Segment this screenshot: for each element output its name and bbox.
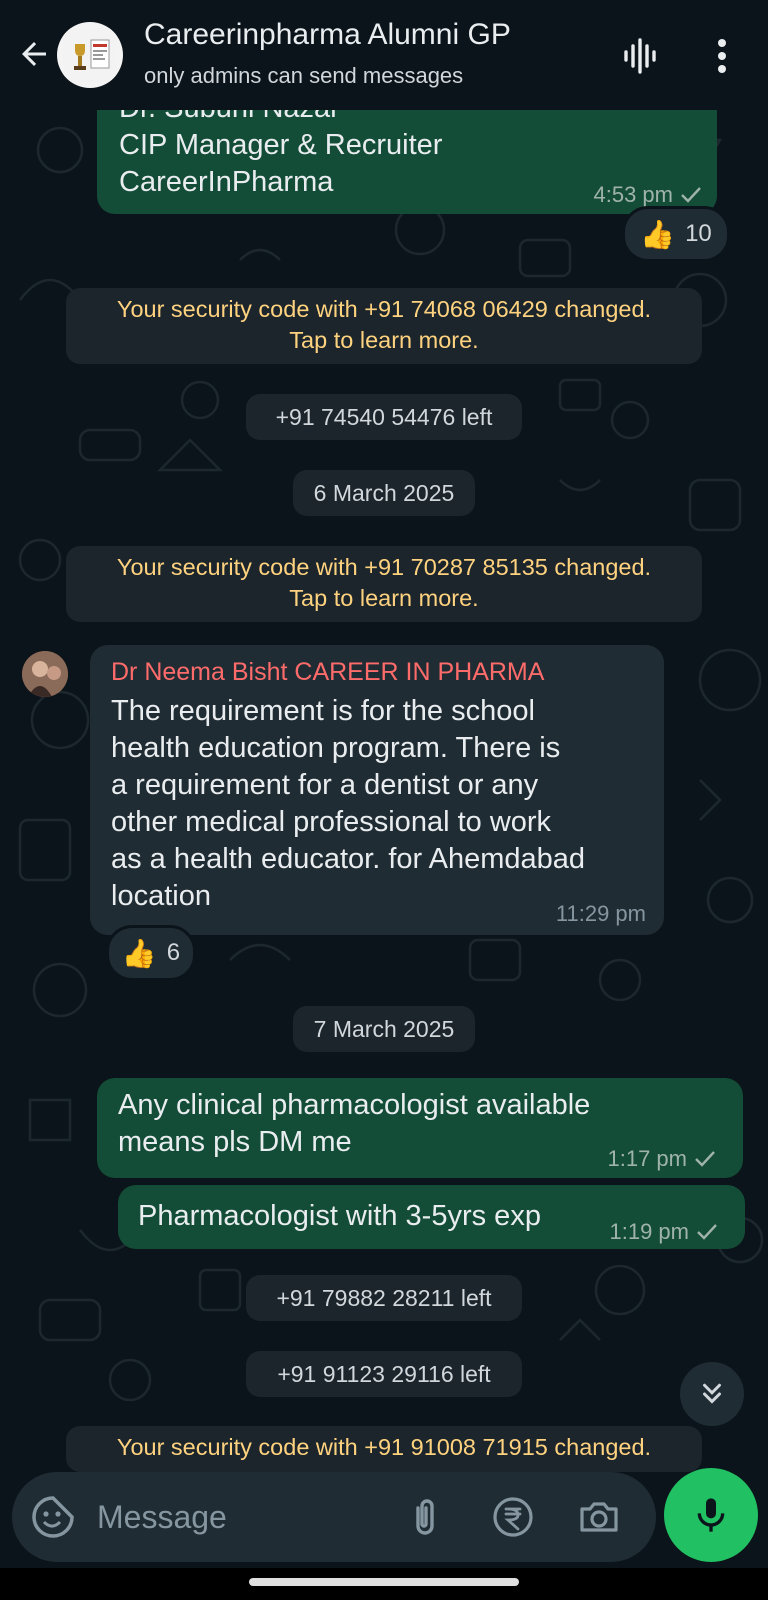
group-logo-image	[63, 28, 117, 82]
message-line: means pls DM me	[118, 1126, 352, 1158]
message-line: Pharmacologist with 3-5yrs exp	[138, 1200, 541, 1232]
notice-line: Your security code with +91 74068 06429 …	[116, 296, 652, 322]
group-avatar[interactable]	[57, 22, 123, 88]
sent-tick-icon	[681, 186, 701, 203]
camera-icon	[580, 1502, 618, 1532]
message-input-bar: Message	[12, 1472, 656, 1562]
notice-line: Your security code with +91 91008 71915 …	[116, 1434, 652, 1460]
home-gesture-handle[interactable]	[249, 1578, 519, 1586]
voice-message-button[interactable]	[664, 1468, 758, 1562]
sticker-icon	[32, 1496, 74, 1538]
message-input[interactable]: Message	[97, 1499, 227, 1536]
group-subtitle: only admins can send messages	[144, 63, 464, 88]
avatar-photo	[22, 651, 68, 697]
scroll-to-bottom-button[interactable]	[680, 1362, 744, 1426]
message-line: as a health educator. for Ahemdabad	[111, 843, 586, 875]
more-vert-icon	[718, 39, 726, 73]
message-bubble-outgoing[interactable]: Any clinical pharmacologist available me…	[97, 1078, 743, 1178]
thumbs-up-icon: 👍	[121, 937, 157, 969]
message-time: 1:17 pm	[608, 1140, 718, 1177]
participant-left-notice: +91 74540 54476 left	[246, 394, 522, 440]
arrow-left-icon	[22, 42, 46, 66]
sent-tick-icon	[697, 1223, 717, 1240]
voice-chat-button[interactable]	[616, 34, 664, 78]
back-button[interactable]	[14, 34, 54, 74]
security-code-notice[interactable]: Your security code with +91 91008 71915 …	[66, 1426, 702, 1472]
sender-avatar[interactable]	[22, 651, 68, 697]
message-line: other medical professional to work	[111, 806, 552, 838]
notice-line: Tap to learn more.	[289, 327, 479, 353]
chat-header: Careerinpharma Alumni GP only admins can…	[0, 0, 768, 110]
thumbs-up-icon: 👍	[640, 218, 676, 250]
participant-left-notice: +91 91123 29116 left	[246, 1351, 522, 1397]
message-line: CareerInPharma	[119, 166, 334, 198]
sender-name: Dr Neema Bisht CAREER IN PHARMA	[111, 658, 545, 686]
date-separator: 6 March 2025	[293, 470, 475, 516]
message-time: 1:19 pm	[610, 1213, 720, 1250]
message-line: The requirement is for the school	[111, 695, 535, 727]
message-line: health education program. There is	[111, 732, 561, 764]
message-line: CIP Manager & Recruiter	[119, 129, 443, 161]
group-title[interactable]: Careerinpharma Alumni GP	[144, 18, 511, 52]
more-options-button[interactable]	[700, 34, 744, 78]
voice-chat-icon	[624, 38, 656, 74]
notice-line: Tap to learn more.	[289, 585, 479, 611]
attach-button[interactable]	[402, 1494, 448, 1540]
paperclip-icon	[416, 1499, 434, 1535]
participant-left-notice: +91 79882 28211 left	[246, 1275, 522, 1321]
security-code-notice[interactable]: Your security code with +91 70287 85135 …	[66, 546, 702, 622]
camera-button[interactable]	[576, 1494, 622, 1540]
message-line: Any clinical pharmacologist available	[118, 1089, 591, 1121]
reaction-badge[interactable]: 👍 10	[622, 206, 730, 262]
sticker-button[interactable]	[30, 1494, 76, 1540]
message-time: 11:29 pm	[555, 901, 646, 926]
message-line: a requirement for a dentist or any	[111, 769, 539, 801]
reaction-badge[interactable]: 👍 6	[106, 925, 196, 981]
sent-tick-icon	[695, 1150, 715, 1167]
payment-button[interactable]	[490, 1494, 536, 1540]
message-bubble-outgoing[interactable]: Pharmacologist with 3-5yrs exp 1:19 pm	[118, 1185, 745, 1249]
rupee-icon	[493, 1497, 533, 1537]
notice-line: Your security code with +91 70287 85135 …	[116, 554, 652, 580]
microphone-icon	[697, 1498, 725, 1532]
double-chevron-down-icon	[703, 1383, 721, 1404]
date-separator: 7 March 2025	[293, 1006, 475, 1052]
message-bubble-incoming[interactable]: Dr Neema Bisht CAREER IN PHARMA The requ…	[90, 645, 664, 935]
security-code-notice[interactable]: Your security code with +91 74068 06429 …	[66, 288, 702, 364]
message-line: location	[111, 880, 211, 912]
reaction-count: 10	[685, 220, 712, 247]
reaction-count: 6	[166, 939, 181, 966]
